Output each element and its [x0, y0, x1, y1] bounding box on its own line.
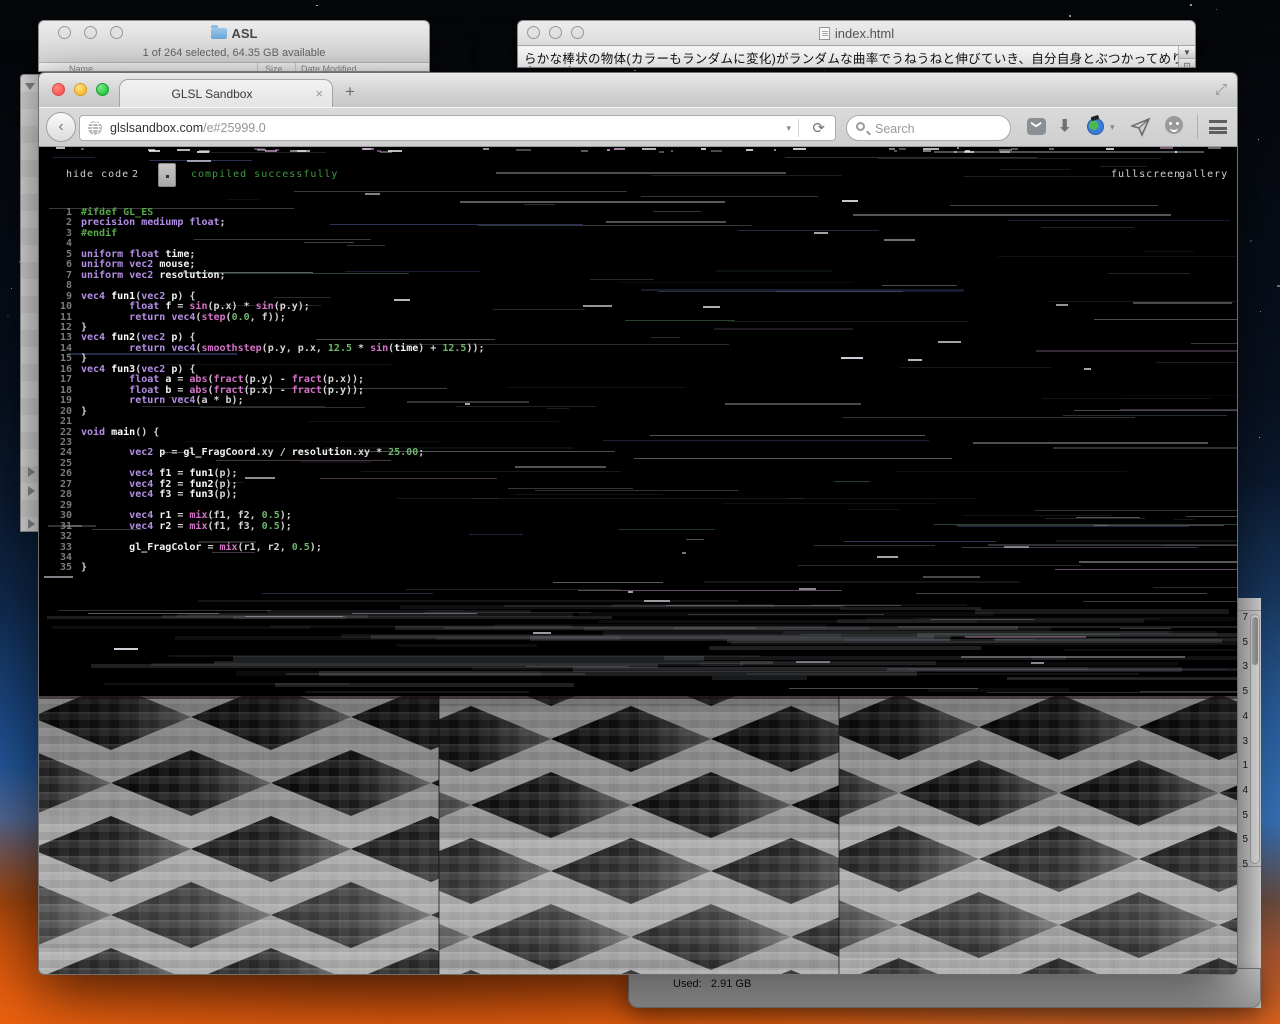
finder-titlebar[interactable]: ASL	[39, 21, 429, 45]
pattern-seam	[838, 696, 840, 974]
shader-pattern-panel	[439, 696, 839, 974]
url-text: glslsandbox.com/e#25999.0	[110, 121, 266, 135]
downloads-icon[interactable]: ⬇	[1058, 116, 1071, 136]
menu-icon[interactable]	[1209, 120, 1227, 134]
site-globe-icon	[88, 121, 102, 136]
pattern-seam	[438, 696, 440, 974]
tab-glsl-sandbox[interactable]: GLSL Sandbox ×	[119, 79, 333, 107]
row-number: 5	[1242, 834, 1248, 846]
browser-window: GLSL Sandbox × + ⤢ ‹ glslsandbox.com/e#2…	[38, 72, 1238, 975]
document-titlebar[interactable]: index.html	[518, 21, 1195, 45]
share-icon[interactable]	[1129, 117, 1151, 142]
code-line: 14 return vec4(smoothstep(p.y, p.x, 12.5…	[59, 342, 485, 354]
desktop: ASL 1 of 264 selected, 64.35 GB availabl…	[0, 0, 1280, 1024]
scrollbar-box-icon[interactable]: ⊡	[1179, 59, 1195, 67]
scrollbar-track[interactable]	[1250, 614, 1260, 864]
finder-window: ASL 1 of 264 selected, 64.35 GB availabl…	[38, 20, 430, 72]
divider	[1197, 115, 1198, 139]
search-placeholder: Search	[875, 122, 915, 136]
tab-close-icon[interactable]: ×	[315, 86, 323, 101]
scrollbar-thumb[interactable]	[1252, 617, 1258, 665]
reload-icon[interactable]: ⟳	[812, 119, 825, 137]
search-icon	[856, 122, 865, 131]
disclosure-closed-icon[interactable]	[28, 467, 35, 477]
chevron-down-icon[interactable]: ▾	[1110, 122, 1115, 133]
code-line: 24 vec2 p = gl_FragCoord.xy / resolution…	[59, 447, 425, 459]
column-header-size[interactable]: Size	[265, 64, 283, 71]
row-number: 4	[1242, 784, 1248, 796]
code-line: 34	[59, 551, 72, 563]
url-bar[interactable]: glslsandbox.com/e#25999.0 ▾ ⟳	[79, 115, 836, 141]
document-window-title: index.html	[518, 26, 1195, 41]
divider	[1238, 610, 1261, 611]
back-button[interactable]: ‹	[46, 112, 76, 142]
code-line: 11 return vec4(step(0.0, f));	[59, 311, 286, 323]
row-number: 3	[1242, 661, 1248, 673]
row-number: 5	[1242, 809, 1248, 821]
browser-titlebar[interactable]: GLSL Sandbox × + ⤢	[39, 73, 1237, 107]
code-line: 28 vec4 f3 = fun3(p);	[59, 489, 238, 501]
code-line: 31 vec4 r2 = mix(f1, f3, 0.5);	[59, 520, 292, 532]
row-number: 4	[1242, 710, 1248, 722]
column-divider	[257, 63, 258, 71]
document-text-line: んでいく	[524, 61, 1173, 67]
pattern-top-glitch-line	[39, 696, 1237, 699]
url-dropdown-icon[interactable]: ▾	[786, 123, 791, 134]
column-divider	[295, 63, 296, 71]
row-number: 5	[1242, 859, 1248, 870]
divider	[798, 119, 799, 137]
code-line: 3 #endif	[65, 227, 118, 239]
column-header-name[interactable]: Name	[69, 64, 93, 71]
code-line: 7 uniform vec2 resolution;	[65, 269, 226, 281]
scroll-down-icon[interactable]: ▼	[1179, 46, 1195, 59]
zoom-button[interactable]	[96, 83, 109, 96]
chat-smiley-icon[interactable]	[1165, 116, 1183, 134]
close-button[interactable]	[52, 83, 65, 96]
background-media-window-edge: 7 5 3 5 4 3 1 4 5 5 5	[1237, 598, 1261, 1008]
pocket-icon[interactable]	[1027, 118, 1046, 135]
row-number: 5	[1242, 686, 1248, 698]
new-tab-button[interactable]: +	[345, 83, 355, 100]
document-scrollbar[interactable]: ▼ ⊡	[1178, 46, 1195, 67]
code-line: 20}	[59, 405, 88, 417]
code-line: 33 gl_FragColor = mix(r1, r2, 0.5);	[59, 541, 322, 553]
disclosure-open-icon[interactable]	[25, 83, 35, 90]
row-number: 3	[1242, 735, 1248, 747]
code-line: 22 void main() {	[59, 426, 160, 438]
finder-status-text: 1 of 264 selected, 64.35 GB available	[142, 47, 326, 59]
extension-globe-icon[interactable]	[1087, 118, 1104, 135]
shader-output-pattern[interactable]	[39, 696, 1237, 974]
browser-navbar: ‹ glslsandbox.com/e#25999.0 ▾ ⟳ Search ⬇…	[39, 107, 1237, 147]
finder-window-title: ASL	[39, 25, 429, 41]
shader-pattern-panel	[39, 696, 439, 974]
used-storage-text: Used: 2.91 GB	[673, 978, 752, 990]
row-number: 5	[1242, 636, 1248, 648]
fullscreen-expand-icon[interactable]: ⤢	[1215, 81, 1227, 98]
disclosure-closed-icon[interactable]	[28, 519, 35, 529]
tab-title: GLSL Sandbox	[171, 87, 253, 101]
row-number: 1	[1242, 760, 1248, 772]
disclosure-closed-icon[interactable]	[28, 486, 35, 496]
code-line: 35}	[59, 562, 88, 574]
row-number: 7	[1242, 612, 1248, 623]
document-window: index.html らかな棒状の物体(カラーもランダムに変化)がランダムな曲率…	[517, 20, 1196, 68]
column-header-date[interactable]: Date Modified	[301, 64, 357, 71]
background-list-window	[20, 74, 39, 532]
finder-column-headers: Name Size Date Modified	[39, 62, 429, 71]
search-input[interactable]: Search	[846, 115, 1011, 141]
code-editor[interactable]: 1 #ifdef GL_ES 2 precision mediump float; 3 #…	[39, 207, 485, 574]
code-line: 19 return vec4(a * b);	[59, 395, 244, 407]
shader-pattern-panel	[839, 696, 1237, 974]
minimize-button[interactable]	[74, 83, 87, 96]
document-body[interactable]: らかな棒状の物体(カラーもランダムに変化)がランダムな曲率でうねうねと伸びていき…	[518, 45, 1195, 67]
folder-icon	[210, 25, 227, 39]
document-icon	[818, 27, 830, 40]
glsl-sandbox-page: hide code 2 compiled successfully fullsc…	[39, 147, 1237, 974]
